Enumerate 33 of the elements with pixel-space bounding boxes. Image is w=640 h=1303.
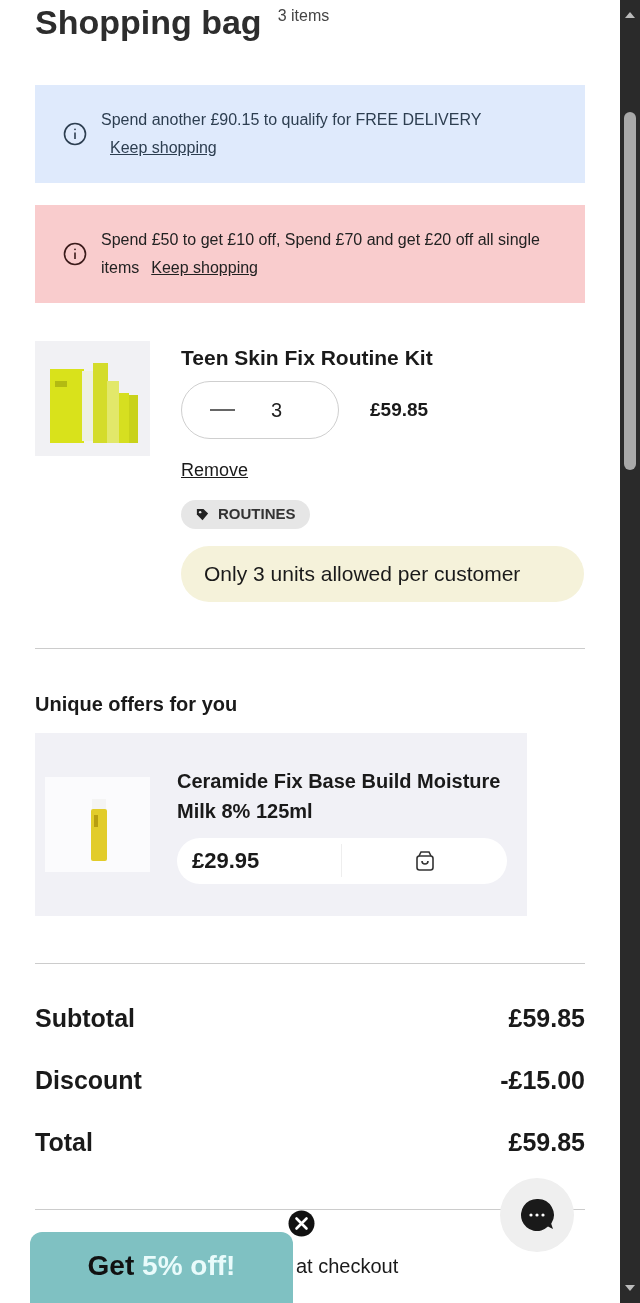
summary-label: Subtotal bbox=[35, 1002, 135, 1034]
info-icon bbox=[63, 122, 87, 146]
remove-link[interactable]: Remove bbox=[181, 459, 249, 481]
scroll-down-icon[interactable] bbox=[625, 1285, 635, 1291]
limit-notice: Only 3 units allowed per customer bbox=[181, 546, 584, 602]
discount-popup[interactable]: Get 5% off! bbox=[30, 1232, 293, 1303]
summary-value: £59.85 bbox=[508, 1002, 585, 1034]
summary-value: £59.85 bbox=[508, 1126, 585, 1158]
close-icon[interactable] bbox=[288, 1210, 315, 1237]
section-title: Unique offers for you bbox=[35, 692, 239, 717]
offer-name: Ceramide Fix Base Build Moisture Milk 8% 125ml bbox=[177, 768, 502, 824]
scrollbar[interactable] bbox=[620, 0, 640, 1303]
offer-price: £29.95 bbox=[177, 844, 342, 877]
scroll-up-icon[interactable] bbox=[625, 12, 635, 18]
product-name: Teen Skin Fix Routine Kit bbox=[181, 345, 433, 371]
info-icon bbox=[63, 242, 87, 266]
routines-tag: ROUTINES bbox=[181, 500, 310, 529]
summary-label: Discount bbox=[35, 1064, 142, 1096]
quantity-value: 3 bbox=[271, 398, 283, 423]
banner-message: Spend £50 to get £10 off, Spend £70 and get £20 off all single items Keep shopping bbox=[101, 230, 541, 278]
banner-message: Spend another £90.15 to qualify for FREE DELIVERY Keep shopping bbox=[101, 106, 482, 162]
summary-value: -£15.00 bbox=[500, 1064, 585, 1096]
summary-label: Total bbox=[35, 1126, 93, 1158]
keep-shopping-link[interactable]: Keep shopping bbox=[110, 134, 217, 162]
item-count: 3 items bbox=[277, 6, 330, 26]
checkout-note: at checkout bbox=[296, 1255, 400, 1277]
page-title: Shopping bag bbox=[35, 2, 262, 42]
keep-shopping-link[interactable]: Keep shopping bbox=[151, 259, 258, 276]
chat-icon bbox=[519, 1197, 555, 1233]
item-price: £59.85 bbox=[370, 397, 429, 422]
popup-title: Get 5% off! bbox=[87, 1250, 236, 1282]
scrollbar-thumb[interactable] bbox=[624, 112, 636, 470]
tag-icon bbox=[195, 507, 210, 522]
